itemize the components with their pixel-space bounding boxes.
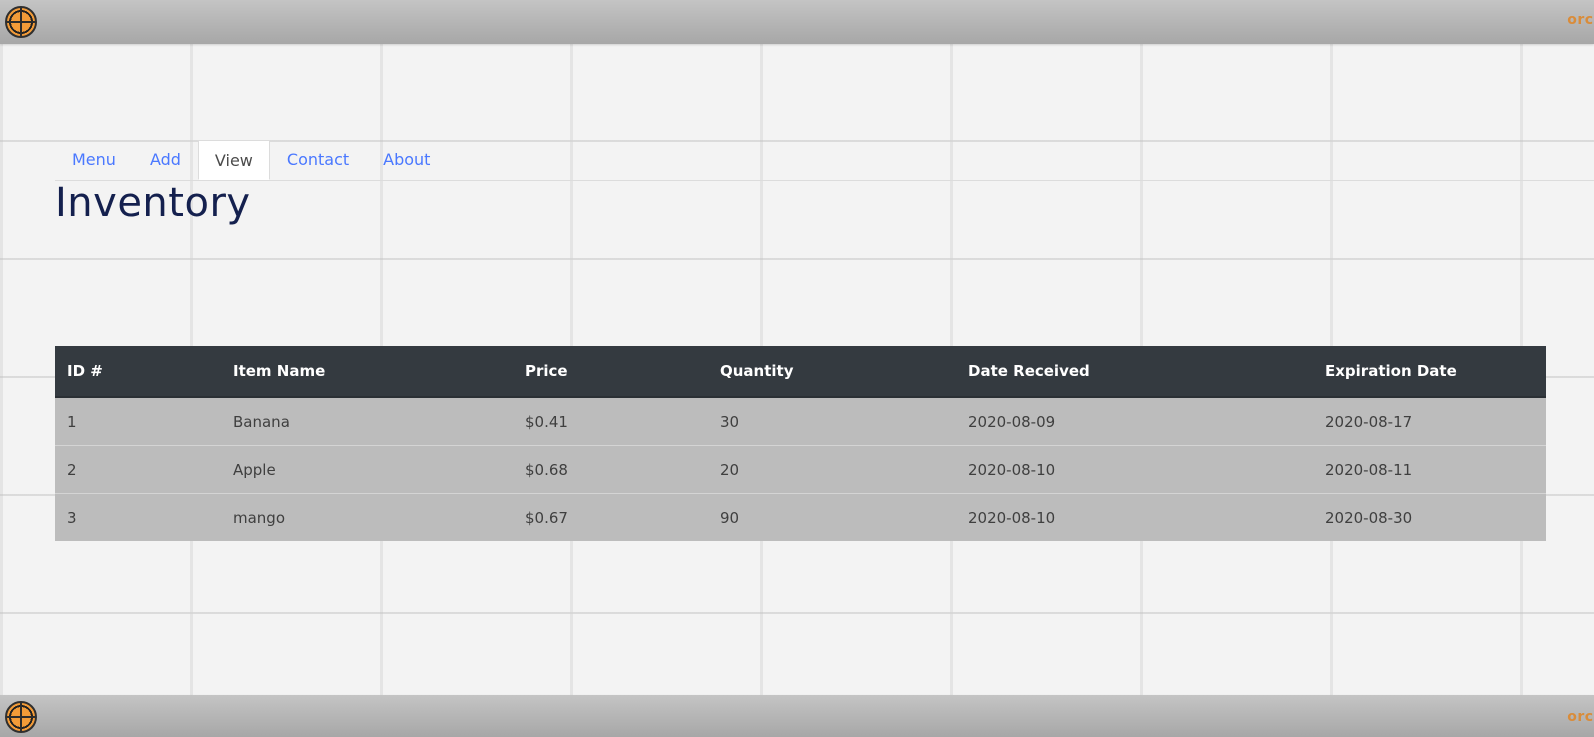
cell-id: 2 [55, 445, 221, 494]
orange-slice-logo-icon[interactable] [5, 6, 37, 38]
page-title: Inventory [55, 180, 251, 226]
cell-date-received: 2020-08-10 [956, 445, 1313, 494]
cell-id: 1 [55, 396, 221, 446]
cell-date-received: 2020-08-09 [956, 396, 1313, 446]
cell-id: 3 [55, 493, 221, 541]
cell-item-name: Banana [221, 396, 513, 446]
cell-price: $0.67 [513, 493, 708, 541]
orange-slice-logo-icon[interactable] [5, 701, 37, 733]
tab-add[interactable]: Add [133, 140, 198, 180]
tab-view[interactable]: View [197, 140, 270, 180]
table-header: ID # Item Name Price Quantity Date Recei… [55, 346, 1546, 398]
table-row: 1 Banana $0.41 30 2020-08-09 2020-08-17 [55, 396, 1546, 446]
table-row: 3 mango $0.67 90 2020-08-10 2020-08-30 [55, 493, 1546, 541]
column-header-price: Price [513, 346, 708, 398]
table-body: 1 Banana $0.41 30 2020-08-09 2020-08-17 … [55, 396, 1546, 541]
table-header-row: ID # Item Name Price Quantity Date Recei… [55, 346, 1546, 398]
column-header-date-received: Date Received [956, 346, 1313, 398]
cell-date-received: 2020-08-10 [956, 493, 1313, 541]
bottom-navbar: orch [0, 695, 1594, 737]
cell-expiration-date: 2020-08-17 [1313, 396, 1546, 446]
cell-expiration-date: 2020-08-30 [1313, 493, 1546, 541]
column-header-id: ID # [55, 346, 221, 398]
nav-tabs: Menu Add View Contact About [55, 140, 1594, 181]
tab-contact[interactable]: Contact [270, 140, 366, 180]
cell-quantity: 30 [708, 396, 956, 446]
inventory-table-container: ID # Item Name Price Quantity Date Recei… [55, 346, 1546, 541]
tab-about[interactable]: About [366, 140, 447, 180]
cell-item-name: Apple [221, 445, 513, 494]
column-header-item-name: Item Name [221, 346, 513, 398]
inventory-table: ID # Item Name Price Quantity Date Recei… [55, 346, 1546, 541]
cell-quantity: 20 [708, 445, 956, 494]
column-header-quantity: Quantity [708, 346, 956, 398]
brand-text[interactable]: orch [1567, 12, 1594, 28]
cell-price: $0.68 [513, 445, 708, 494]
brand-text[interactable]: orch [1567, 709, 1594, 725]
tab-menu[interactable]: Menu [55, 140, 133, 180]
cell-item-name: mango [221, 493, 513, 541]
cell-quantity: 90 [708, 493, 956, 541]
column-header-expiration-date: Expiration Date [1313, 346, 1546, 398]
top-navbar: orch [0, 0, 1594, 44]
table-row: 2 Apple $0.68 20 2020-08-10 2020-08-11 [55, 445, 1546, 494]
cell-price: $0.41 [513, 396, 708, 446]
cell-expiration-date: 2020-08-11 [1313, 445, 1546, 494]
